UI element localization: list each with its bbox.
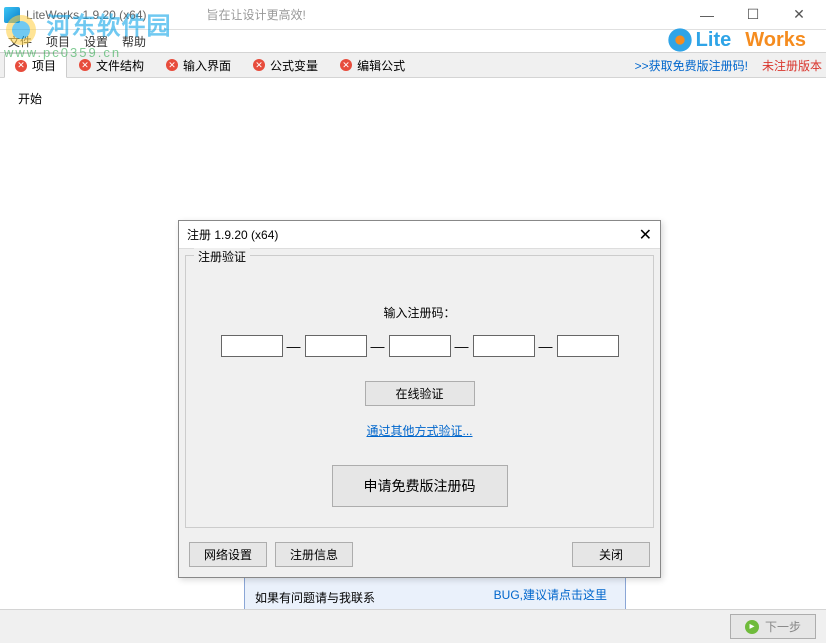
window-tagline: 旨在让设计更高效! <box>207 6 306 23</box>
dialog-close-icon[interactable]: ✕ <box>639 225 652 245</box>
next-button[interactable]: ▸ 下一步 <box>730 614 816 639</box>
verify-button[interactable]: 在线验证 <box>365 381 475 406</box>
menu-settings[interactable]: 设置 <box>84 33 108 50</box>
close-icon[interactable]: ✕ <box>340 59 352 71</box>
tab-structure[interactable]: ✕文件结构 <box>69 54 154 77</box>
dialog-close-button[interactable]: 关闭 <box>572 542 650 567</box>
close-icon[interactable]: ✕ <box>253 59 265 71</box>
menu-file[interactable]: 文件 <box>8 33 32 50</box>
start-label: 开始 <box>18 90 42 107</box>
code-input-3[interactable] <box>389 335 451 357</box>
brand-works: Works <box>745 29 806 52</box>
get-free-code-link[interactable]: >>获取免费版注册码! <box>635 57 748 74</box>
register-info-button[interactable]: 注册信息 <box>275 542 353 567</box>
close-icon[interactable]: ✕ <box>15 60 27 72</box>
app-icon <box>4 7 20 23</box>
code-input-2[interactable] <box>305 335 367 357</box>
tab-project[interactable]: ✕项目 <box>4 53 67 78</box>
bug-link[interactable]: BUG,建议请点击这里 <box>494 586 607 603</box>
menu-help[interactable]: 帮助 <box>122 33 146 50</box>
other-verify-link[interactable]: 通过其他方式验证... <box>198 422 641 439</box>
dialog-title: 注册 1.9.20 (x64) <box>187 226 278 243</box>
tab-vars[interactable]: ✕公式变量 <box>243 54 328 77</box>
tab-input[interactable]: ✕输入界面 <box>156 54 241 77</box>
code-prompt: 输入注册码： <box>198 304 641 321</box>
gear-icon <box>666 26 694 54</box>
code-input-row: — — — — <box>198 335 641 357</box>
request-free-code-button[interactable]: 申请免费版注册码 <box>332 465 508 507</box>
menu-project[interactable]: 项目 <box>46 33 70 50</box>
tab-edit[interactable]: ✕编辑公式 <box>330 54 415 77</box>
close-icon[interactable]: ✕ <box>166 59 178 71</box>
network-settings-button[interactable]: 网络设置 <box>189 542 267 567</box>
arrow-right-icon: ▸ <box>745 620 759 634</box>
close-icon[interactable]: ✕ <box>79 59 91 71</box>
code-input-4[interactable] <box>473 335 535 357</box>
window-title: LiteWorks 1.9.20 (x64) <box>26 8 147 22</box>
register-dialog: 注册 1.9.20 (x64) ✕ 注册验证 输入注册码： — — — — 在线… <box>178 220 661 578</box>
unregistered-label: 未注册版本 <box>762 57 822 74</box>
code-input-5[interactable] <box>557 335 619 357</box>
brand-lite: Lite <box>696 29 732 52</box>
code-input-1[interactable] <box>221 335 283 357</box>
brand-logo: Lite Works <box>666 26 820 54</box>
groupbox-legend: 注册验证 <box>194 248 250 265</box>
